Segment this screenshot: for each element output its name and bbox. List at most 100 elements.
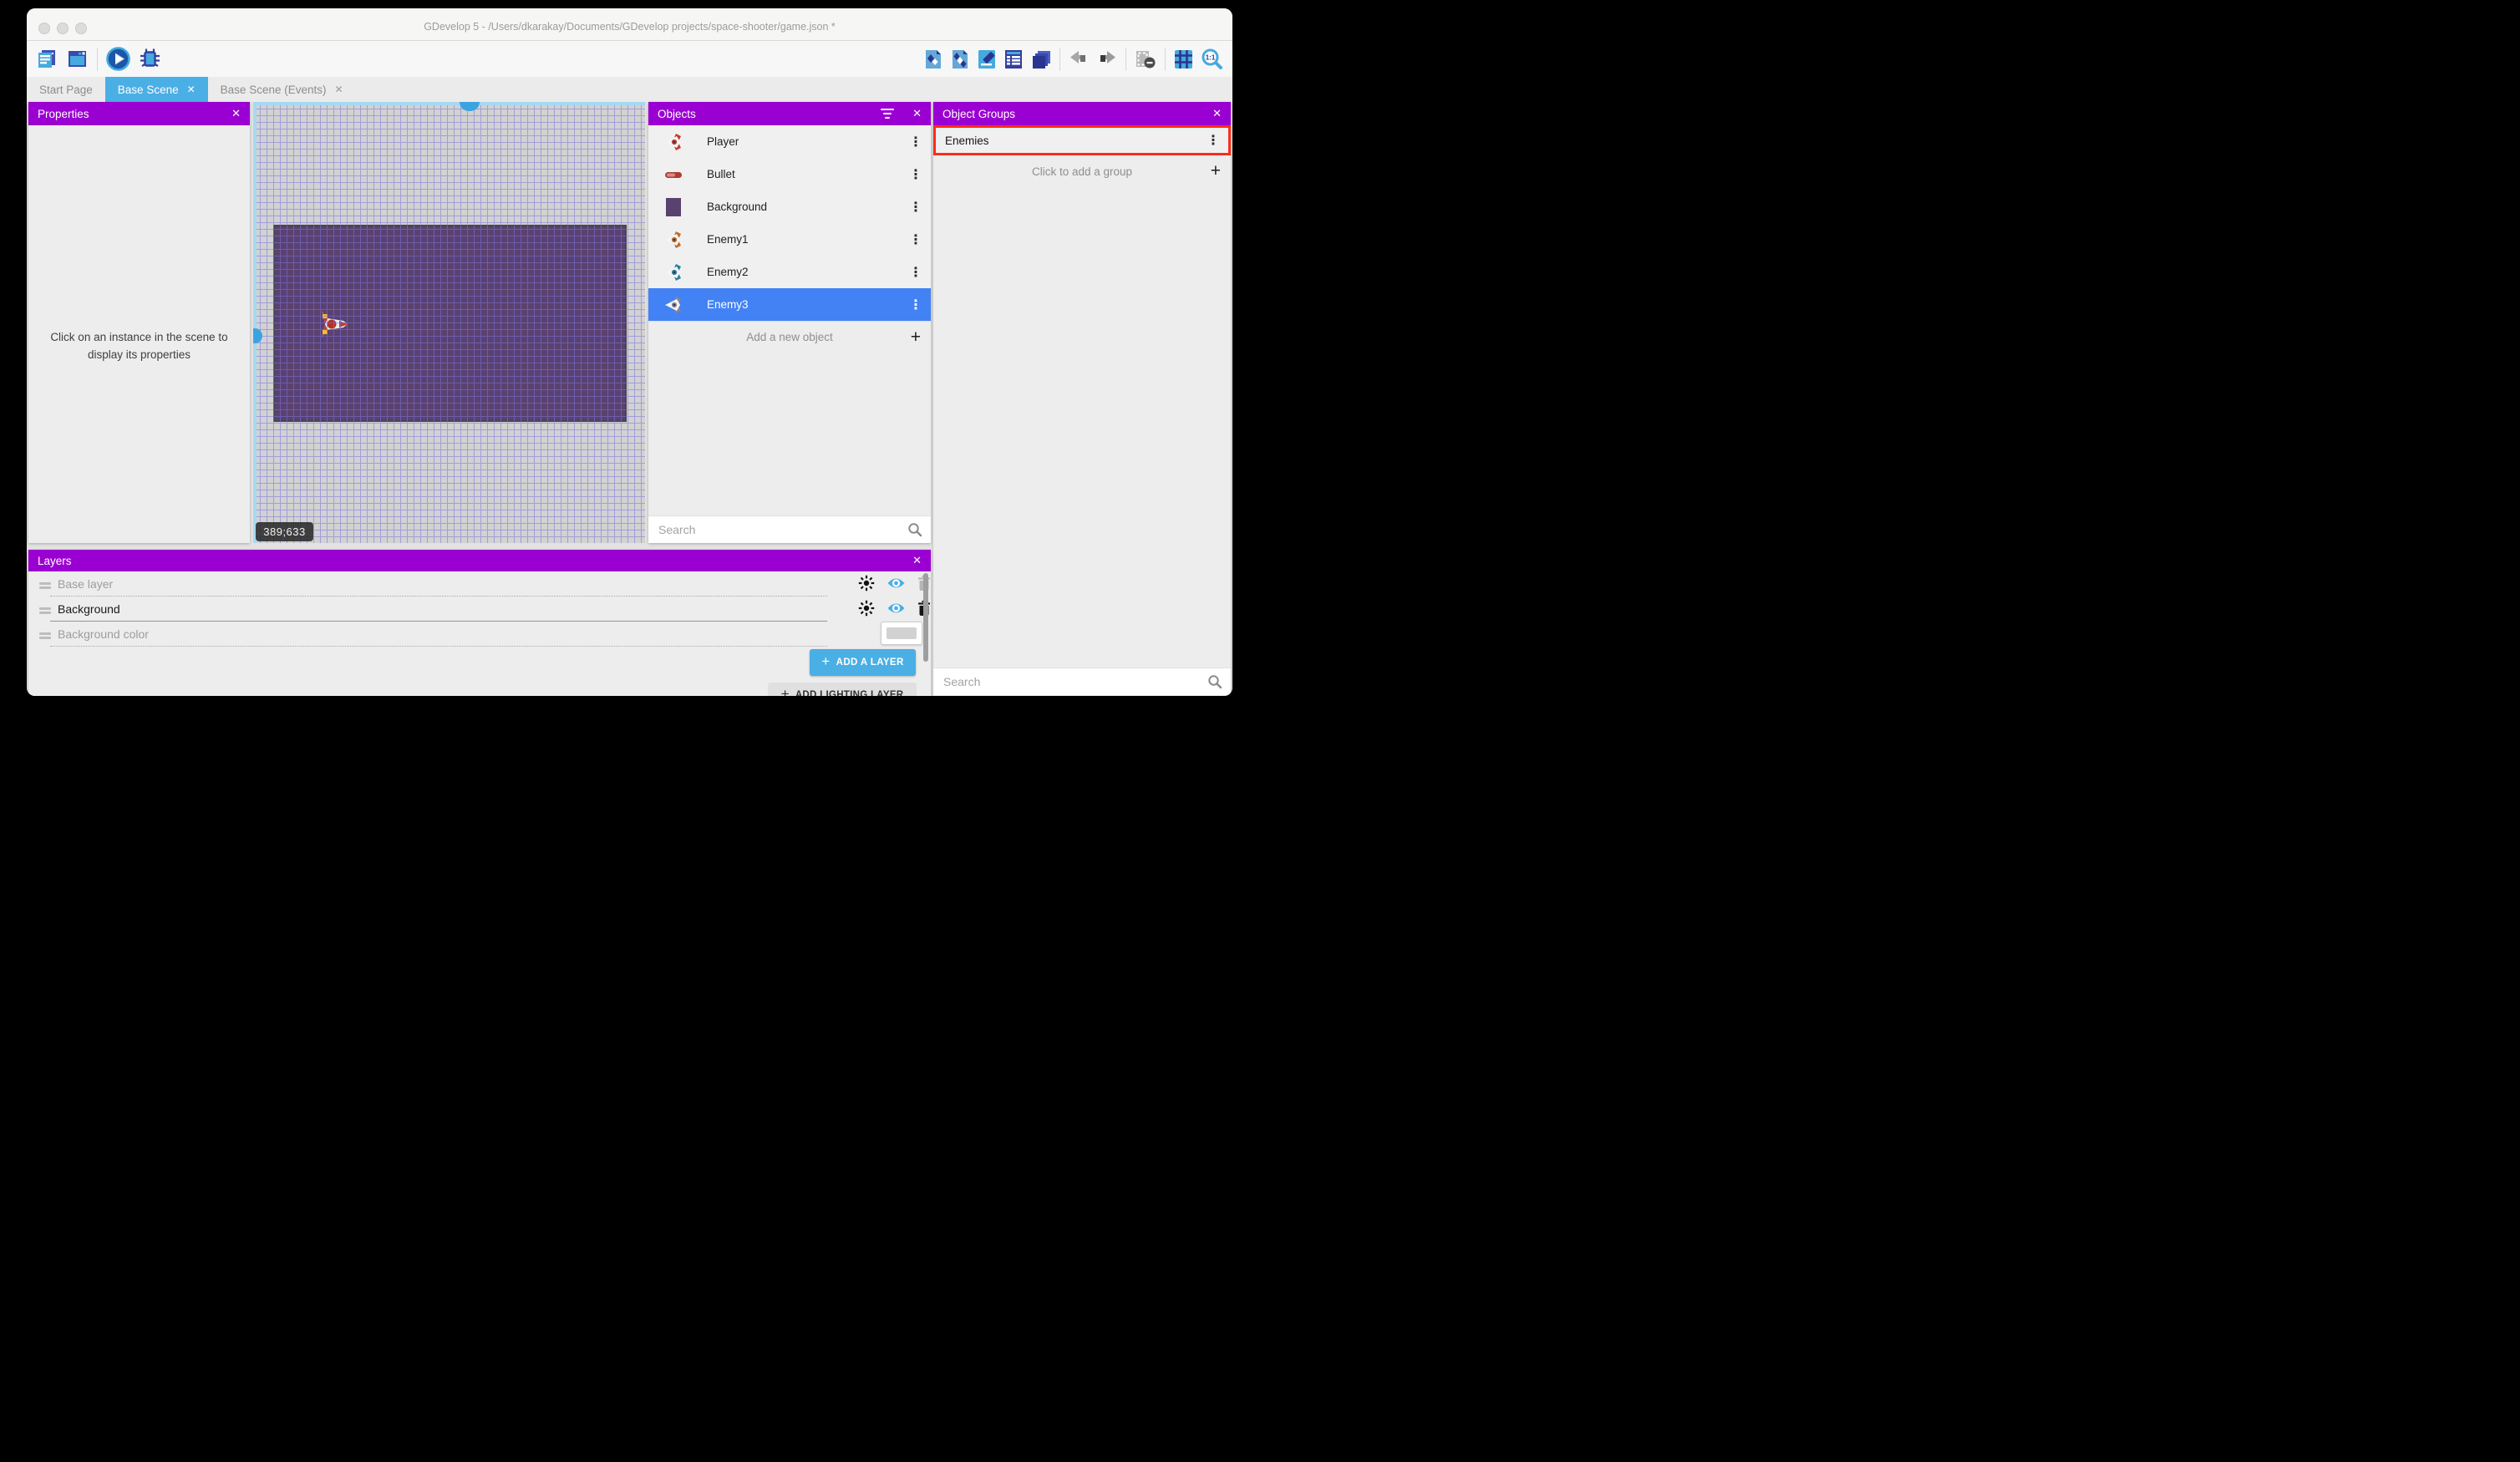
mask-icon[interactable]	[1135, 49, 1156, 69]
toolbar: 1:1	[27, 41, 1232, 77]
object-row-enemy2[interactable]: Enemy2 ⋮	[648, 256, 931, 289]
debug-icon[interactable]	[139, 48, 161, 70]
object-menu-icon[interactable]: ⋮	[909, 264, 922, 281]
group-menu-icon[interactable]: ⋮	[1207, 132, 1220, 149]
close-icon[interactable]: ✕	[912, 107, 922, 120]
add-lighting-layer-button[interactable]: + ADD LIGHTING LAYER	[768, 683, 917, 696]
horizontal-scroll-handle[interactable]	[460, 102, 480, 111]
zoom-window-button[interactable]	[75, 23, 87, 34]
layers-scrollbar[interactable]	[923, 573, 928, 662]
groups-search-bar	[933, 668, 1231, 695]
objects-panel: Objects ✕ Player ⋮	[648, 102, 931, 543]
traffic-lights	[38, 23, 87, 34]
add-object-label: Add a new object	[746, 331, 833, 343]
add-object-row[interactable]: Add a new object +	[648, 321, 931, 353]
drag-handle-icon[interactable]	[39, 632, 51, 641]
group-label: Enemies	[945, 135, 989, 147]
object-menu-icon[interactable]: ⋮	[909, 134, 922, 150]
undo-icon[interactable]	[1069, 50, 1089, 69]
object-row-player[interactable]: Player ⋮	[648, 125, 931, 159]
layer-name[interactable]: Background color	[58, 627, 149, 641]
layer-row-background-color[interactable]: Background color	[28, 623, 931, 648]
tab-start-page[interactable]: Start Page	[27, 77, 105, 102]
vertical-scroll-strip[interactable]	[253, 102, 257, 543]
groups-search-input[interactable]	[933, 675, 1196, 688]
effects-icon[interactable]	[858, 575, 875, 591]
close-window-button[interactable]	[38, 23, 50, 34]
close-icon[interactable]: ✕	[231, 107, 241, 120]
tab-bar: Start Page Base Scene ✕ Base Scene (Even…	[27, 77, 1232, 102]
object-row-enemy3-selected[interactable]: Enemy3 ⋮	[648, 288, 931, 322]
layers-panel-title: Layers	[38, 555, 72, 567]
drag-handle-icon[interactable]	[39, 582, 51, 591]
object-label: Background	[707, 201, 767, 213]
project-manager-icon[interactable]	[35, 48, 58, 70]
tab-label: Start Page	[39, 84, 93, 96]
redo-icon[interactable]	[1097, 50, 1117, 69]
plus-icon: +	[781, 686, 790, 696]
close-tab-icon[interactable]: ✕	[187, 84, 196, 95]
layers-panel: Layers ✕ Base layer	[28, 550, 931, 696]
add-group-row[interactable]: Click to add a group +	[933, 157, 1231, 185]
drag-handle-icon[interactable]	[39, 607, 51, 616]
layer-underline	[50, 621, 827, 622]
properties-panel-title: Properties	[38, 108, 89, 120]
layer-row-base[interactable]: Base layer	[28, 573, 931, 598]
background-icon	[663, 197, 683, 217]
tab-label: Base Scene (Events)	[221, 84, 327, 96]
object-label: Enemy1	[707, 233, 749, 246]
object-menu-icon[interactable]: ⋮	[909, 166, 922, 183]
toolbar-divider	[1125, 48, 1126, 71]
group-row-enemies-highlighted[interactable]: Enemies ⋮	[933, 125, 1231, 155]
scene-window-icon[interactable]	[66, 48, 89, 70]
object-row-bullet[interactable]: Bullet ⋮	[648, 158, 931, 191]
layer-row-background[interactable]: Background	[28, 598, 931, 623]
add-layer-label: ADD A LAYER	[836, 657, 904, 668]
add-layer-button[interactable]: + ADD A LAYER	[810, 649, 916, 676]
minimize-window-button[interactable]	[57, 23, 69, 34]
eye-icon[interactable]	[887, 602, 906, 615]
objects-panel-title: Objects	[658, 108, 696, 120]
window-title: GDevelop 5 - /Users/dkarakay/Documents/G…	[27, 21, 1232, 40]
filter-icon[interactable]	[881, 109, 894, 119]
scene-editor-canvas[interactable]: 389;633	[253, 102, 645, 543]
instances-list-icon[interactable]	[1004, 49, 1023, 69]
object-label: Enemy2	[707, 266, 749, 278]
preview-play-icon[interactable]	[106, 47, 130, 71]
add-lighting-layer-label: ADD LIGHTING LAYER	[795, 690, 904, 696]
title-bar: GDevelop 5 - /Users/dkarakay/Documents/G…	[27, 8, 1232, 41]
layer-name[interactable]: Background	[58, 602, 120, 616]
zoom-1-1-icon[interactable]: 1:1	[1202, 48, 1222, 69]
effects-icon[interactable]	[858, 600, 875, 617]
object-menu-icon[interactable]: ⋮	[909, 199, 922, 216]
layers-panel-icon[interactable]	[1031, 49, 1051, 69]
close-icon[interactable]: ✕	[912, 554, 922, 567]
eye-icon[interactable]	[887, 576, 906, 590]
close-tab-icon[interactable]: ✕	[335, 84, 343, 95]
object-row-background[interactable]: Background ⋮	[648, 190, 931, 224]
layer-name[interactable]: Base layer	[58, 577, 113, 591]
bullet-icon	[663, 165, 683, 185]
tab-base-scene[interactable]: Base Scene ✕	[105, 77, 208, 102]
object-label: Enemy3	[707, 298, 749, 311]
object-groups-panel: Object Groups ✕ Enemies ⋮ Click to add a…	[933, 102, 1231, 696]
vertical-scroll-handle[interactable]	[253, 328, 262, 343]
horizontal-scroll-strip[interactable]	[253, 102, 645, 105]
close-icon[interactable]: ✕	[1212, 107, 1222, 120]
properties-empty-message: Click on an instance in the scene to dis…	[50, 329, 228, 364]
tab-label: Base Scene	[118, 84, 179, 96]
object-groups-panel-icon[interactable]	[951, 49, 969, 69]
plus-icon[interactable]: +	[1211, 161, 1221, 181]
grid-icon[interactable]	[1174, 49, 1193, 69]
objects-panel-icon[interactable]	[924, 49, 942, 69]
properties-panel-icon[interactable]	[978, 49, 996, 69]
object-menu-icon[interactable]: ⋮	[909, 297, 922, 313]
object-menu-icon[interactable]: ⋮	[909, 231, 922, 248]
objects-search-input[interactable]	[648, 523, 898, 536]
plus-icon[interactable]: +	[911, 327, 921, 348]
player-instance[interactable]	[315, 307, 350, 342]
tab-base-scene-events[interactable]: Base Scene (Events) ✕	[208, 77, 356, 102]
object-label: Player	[707, 135, 739, 148]
background-color-swatch[interactable]	[881, 622, 922, 645]
object-row-enemy1[interactable]: Enemy1 ⋮	[648, 223, 931, 256]
